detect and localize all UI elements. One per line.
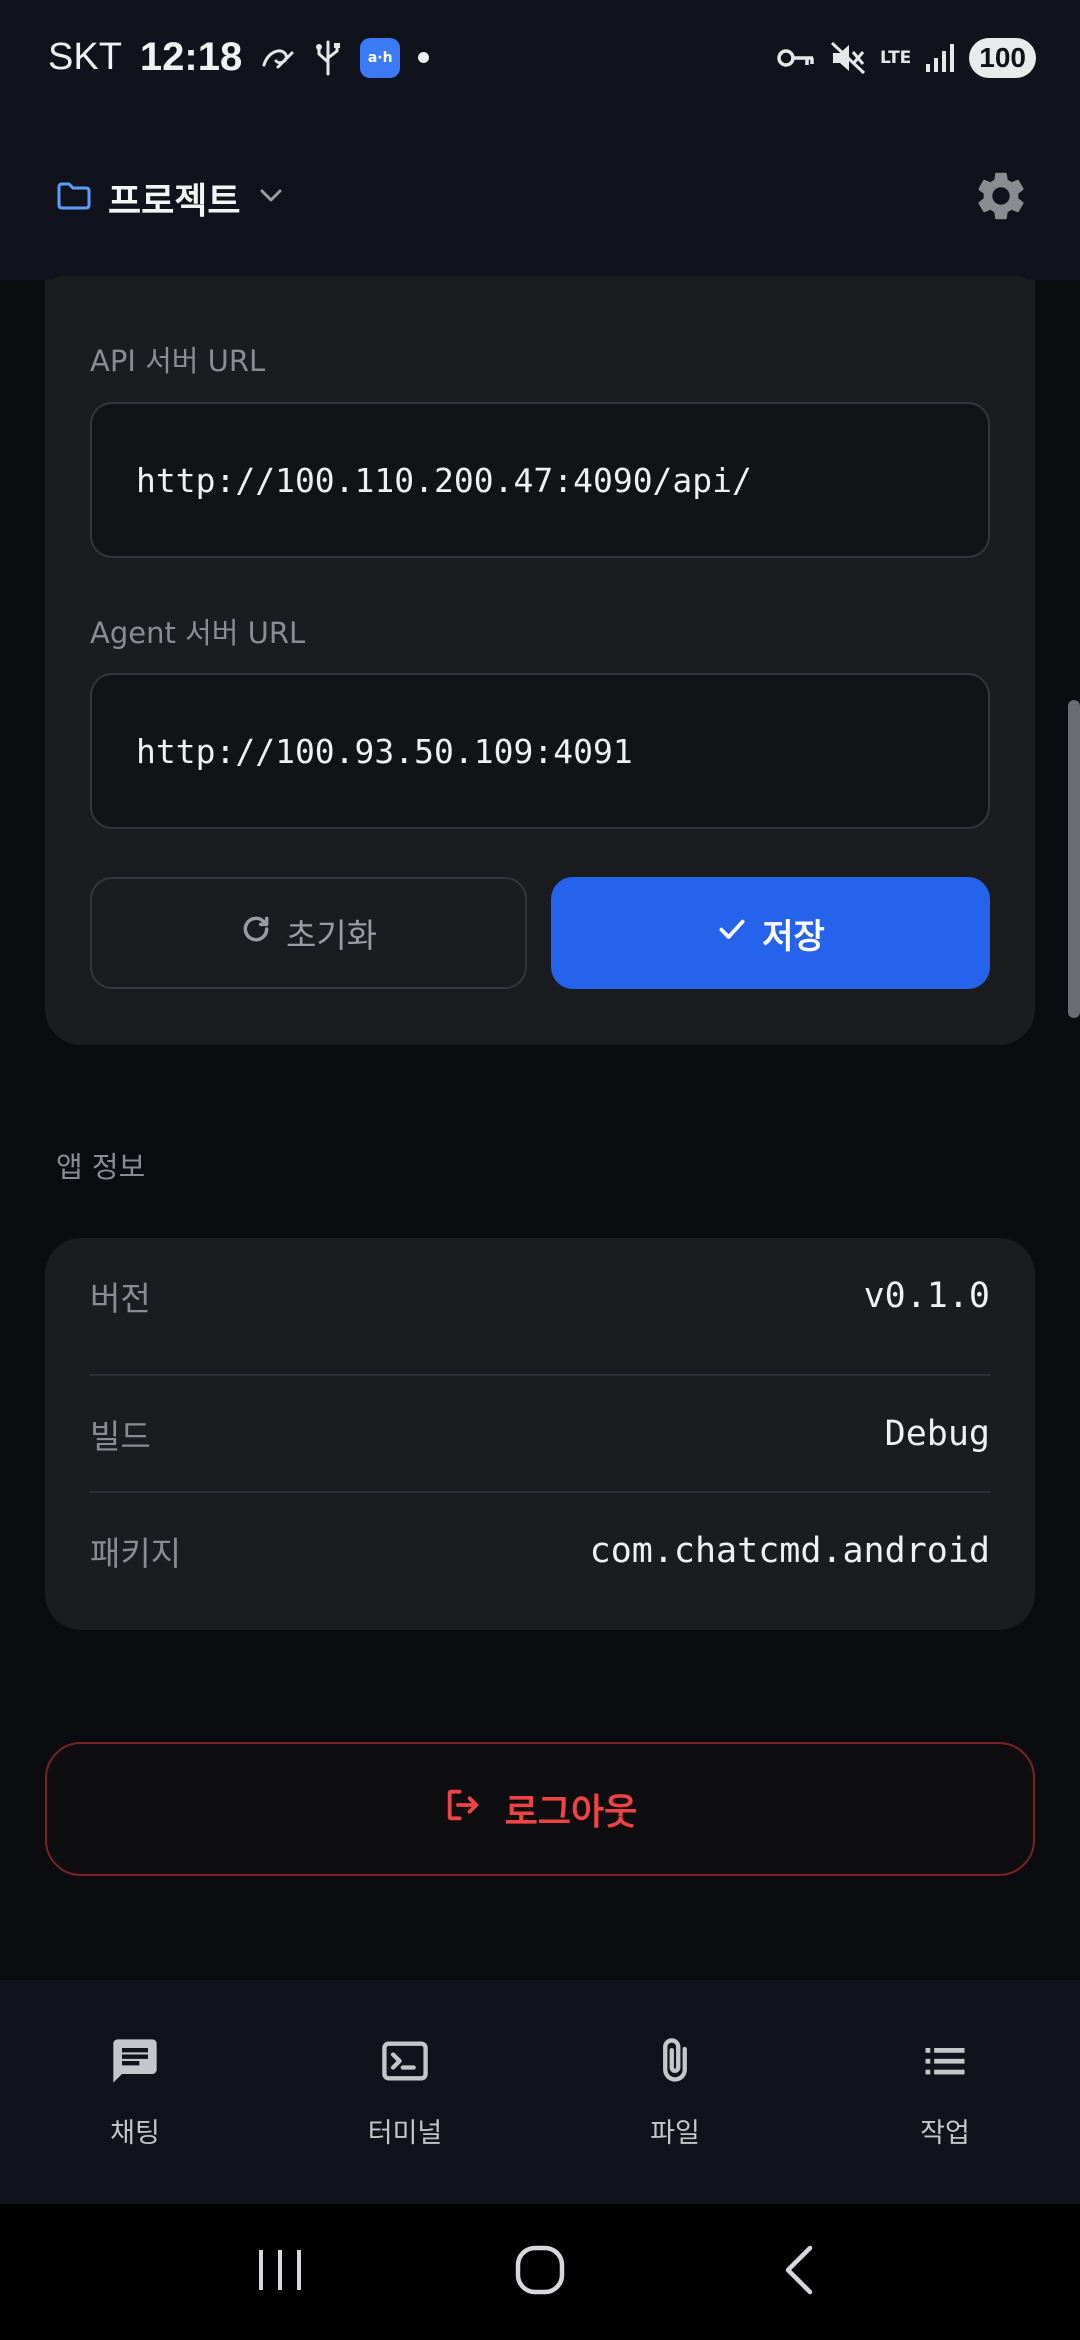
clock: 12:18	[139, 35, 243, 79]
reset-button[interactable]: 초기화	[90, 877, 527, 989]
link-icon	[260, 43, 296, 73]
save-button[interactable]: 저장	[551, 877, 990, 989]
info-key: 빌드	[90, 1417, 151, 1456]
logout-label: 로그아웃	[504, 1792, 638, 1833]
recents-icon	[255, 2248, 305, 2296]
key-icon	[776, 46, 816, 70]
check-icon	[716, 913, 748, 954]
api-url-input[interactable]: http://100.110.200.47:4090/api/	[90, 402, 990, 558]
lte-icon: LTE	[880, 49, 911, 67]
app-notification-icon: a·h	[360, 37, 401, 78]
list-icon	[919, 2035, 971, 2091]
info-row-version: 버전 v0.1.0	[90, 1238, 990, 1354]
app-bar: 프로젝트	[0, 115, 1080, 280]
nav-item-tasks[interactable]: 작업	[810, 1980, 1080, 2204]
info-row-package: 패키지 com.chatcmd.android	[90, 1493, 990, 1609]
recent-apps-button[interactable]	[235, 2227, 325, 2317]
home-icon	[514, 2244, 566, 2300]
gear-icon	[972, 167, 1030, 229]
project-title: 프로젝트	[108, 180, 241, 222]
chat-icon	[109, 2035, 161, 2091]
folder-icon	[56, 181, 92, 215]
info-value: com.chatcmd.android	[589, 1531, 990, 1571]
server-settings-card: API 서버 URL http://100.110.200.47:4090/ap…	[45, 276, 1035, 1045]
battery-level: 100	[969, 37, 1036, 78]
back-button[interactable]	[755, 2227, 845, 2317]
nav-label: 채팅	[110, 2117, 160, 2149]
project-selector[interactable]: 프로젝트	[56, 172, 286, 224]
bottom-nav: 채팅 터미널 파일 작업	[0, 1980, 1080, 2204]
agent-url-label: Agent 서버 URL	[90, 616, 306, 650]
home-button[interactable]	[495, 2227, 585, 2317]
nav-label: 터미널	[367, 2117, 443, 2149]
network-type: LTE	[880, 47, 912, 68]
nav-item-files[interactable]: 파일	[540, 1980, 810, 2204]
nav-label: 파일	[650, 2117, 700, 2149]
info-value: Debug	[884, 1414, 990, 1454]
paperclip-icon	[649, 2035, 701, 2091]
chevron-down-icon	[256, 186, 286, 210]
scrollbar[interactable]	[1068, 700, 1080, 1018]
notification-dot-icon	[418, 52, 430, 63]
reset-label: 초기화	[285, 916, 378, 955]
info-key: 패키지	[90, 1534, 182, 1573]
nav-label: 작업	[920, 2117, 970, 2149]
logout-icon	[443, 1785, 483, 1834]
info-key: 버전	[90, 1279, 151, 1318]
system-nav-bar	[0, 2204, 1080, 2340]
app-badge-text: a·h	[367, 49, 393, 66]
app-info-section-title: 앱 정보	[56, 1150, 146, 1184]
mute-icon	[830, 41, 866, 75]
nav-item-chat[interactable]: 채팅	[0, 1980, 270, 2204]
nav-item-terminal[interactable]: 터미널	[270, 1980, 540, 2204]
signal-icon	[925, 43, 955, 73]
api-url-label: API 서버 URL	[90, 344, 266, 378]
refresh-icon	[240, 913, 272, 953]
info-value: v0.1.0	[863, 1276, 990, 1316]
logout-button[interactable]: 로그아웃	[45, 1742, 1035, 1876]
save-label: 저장	[762, 916, 825, 957]
info-row-build: 빌드 Debug	[90, 1376, 990, 1492]
app-info-card: 버전 v0.1.0 빌드 Debug 패키지 com.chatcmd.andro…	[45, 1238, 1035, 1630]
status-bar: SKT 12:18 a·h LTE 100	[0, 0, 1080, 115]
carrier-label: SKT	[48, 36, 122, 78]
agent-url-input[interactable]: http://100.93.50.109:4091	[90, 673, 990, 829]
settings-screen: SKT 12:18 a·h LTE 100 프로젝트 API 서버 URL ht…	[0, 0, 1080, 2340]
settings-button[interactable]	[966, 163, 1036, 233]
terminal-icon	[379, 2035, 431, 2091]
back-icon	[780, 2244, 820, 2300]
usb-icon	[314, 40, 342, 76]
